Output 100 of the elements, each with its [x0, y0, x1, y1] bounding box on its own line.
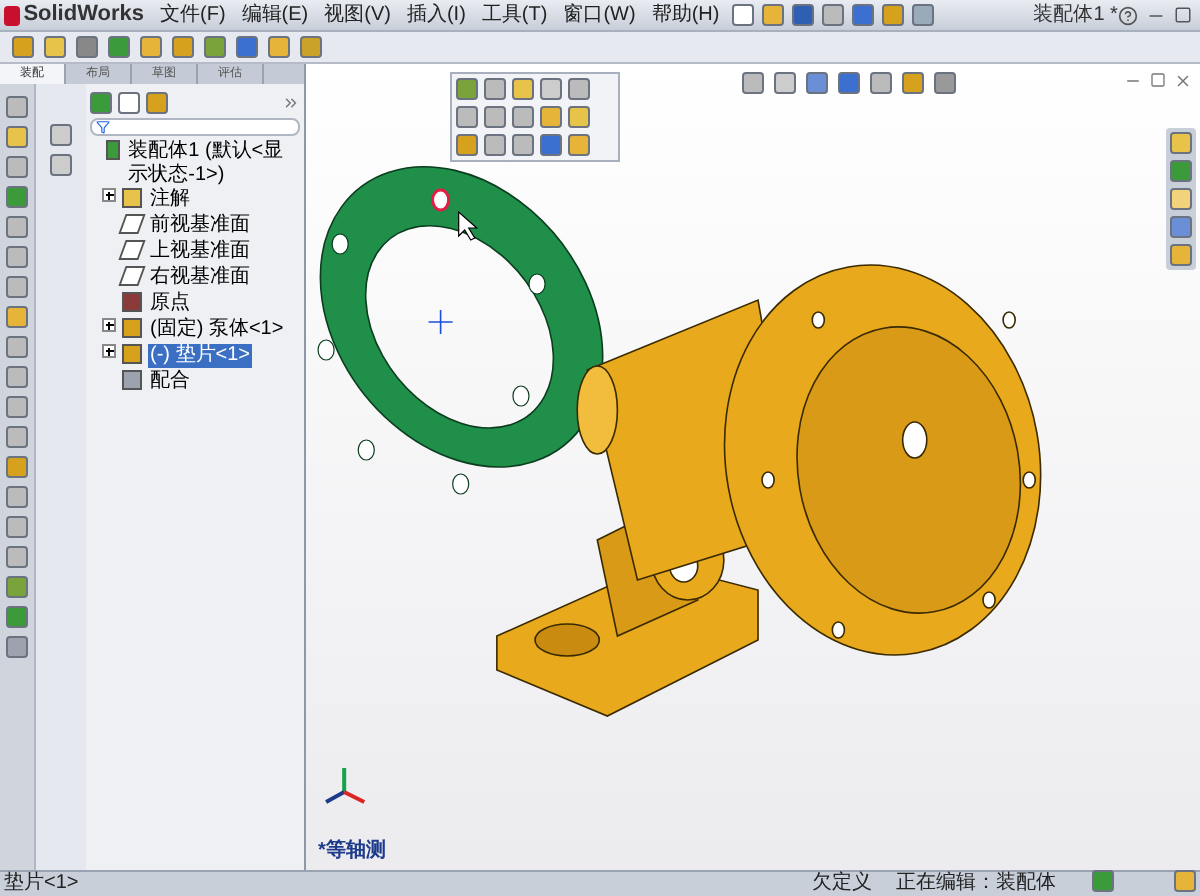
status-text: 正在编辑：装配体 — [896, 872, 1056, 896]
toolbar-icon[interactable] — [204, 36, 226, 58]
menu-item[interactable]: 插入(I) — [406, 0, 466, 30]
restore-icon[interactable] — [1173, 5, 1192, 23]
toolbar-icon[interactable] — [821, 4, 844, 26]
toolbar-icon[interactable] — [512, 134, 534, 156]
toolbar-icon[interactable] — [6, 276, 28, 298]
toolbar-icon[interactable] — [6, 576, 28, 598]
toolbar-icon[interactable] — [456, 134, 478, 156]
tree-item[interactable]: 配合 — [148, 370, 192, 394]
toolbar-icon[interactable] — [12, 36, 34, 58]
toolbar-icon[interactable] — [6, 426, 28, 448]
toolbar-icon[interactable] — [236, 36, 258, 58]
toolbar-icon[interactable] — [512, 78, 534, 100]
toolbar-icon[interactable] — [6, 516, 28, 538]
help-icon[interactable] — [1117, 5, 1138, 25]
toolbar-icon[interactable] — [456, 78, 478, 100]
toolbar-icon[interactable] — [881, 4, 904, 26]
tree-item[interactable]: 原点 — [148, 292, 192, 316]
toolbar-icon[interactable] — [934, 72, 956, 94]
toolbar-icon[interactable] — [108, 36, 130, 58]
toolbar-icon[interactable] — [268, 36, 290, 58]
toolbar-icon[interactable] — [6, 306, 28, 328]
app-logo: SolidWorks — [0, 0, 144, 32]
menu-item[interactable]: 编辑(E) — [241, 0, 309, 30]
toolbar-icon[interactable] — [870, 72, 892, 94]
toolbar-icon[interactable] — [568, 106, 590, 128]
toolbar-icon[interactable] — [540, 134, 562, 156]
tree-item[interactable]: (-) 垫片<1> — [148, 344, 253, 368]
toolbar-icon[interactable] — [761, 4, 784, 26]
view-orientation-label: *等轴测 — [318, 837, 386, 866]
toolbar-icon[interactable] — [838, 72, 860, 94]
toolbar-icon[interactable] — [6, 366, 28, 388]
toolbar-icon[interactable] — [484, 106, 506, 128]
toolbar-icon[interactable] — [540, 78, 562, 100]
toolbar-icon[interactable] — [6, 156, 28, 178]
tree-item[interactable]: 上视基准面 — [148, 240, 252, 264]
menu-item[interactable]: 窗口(W) — [563, 0, 636, 30]
expand-toggle-icon[interactable] — [102, 344, 116, 358]
toolbar-icon[interactable] — [6, 336, 28, 358]
toolbar-icon[interactable] — [140, 36, 162, 58]
toolbar-icon[interactable] — [851, 4, 874, 26]
toolbar-icon[interactable] — [774, 72, 796, 94]
toolbar-icon[interactable] — [6, 456, 28, 478]
toolbar-icon[interactable] — [902, 72, 924, 94]
tree-item[interactable]: (固定) 泵体<1> — [148, 318, 286, 342]
toolbar-icon[interactable] — [568, 134, 590, 156]
toolbar-icon[interactable] — [791, 4, 814, 26]
menu-item[interactable]: 工具(T) — [481, 0, 548, 30]
toolbar-icon[interactable] — [540, 106, 562, 128]
close-icon[interactable] — [1174, 72, 1192, 90]
toolbar-icon[interactable] — [172, 36, 194, 58]
axis-triad-icon — [325, 768, 366, 804]
toolbar-icon[interactable] — [6, 246, 28, 268]
toolbar-icon[interactable] — [6, 186, 28, 208]
toolbar-icon[interactable] — [300, 36, 322, 58]
toolbar-icon[interactable] — [44, 36, 66, 58]
toolbar-icon[interactable] — [6, 486, 28, 508]
toolbar-icon[interactable] — [1170, 244, 1192, 266]
window-title: 装配体1 * — [1033, 1, 1118, 30]
toolbar-icon[interactable] — [484, 78, 506, 100]
toolbar-icon[interactable] — [6, 396, 28, 418]
toolbar-icon[interactable] — [1170, 160, 1192, 182]
toolbar-icon[interactable] — [742, 72, 764, 94]
toolbar-icon[interactable] — [6, 546, 28, 568]
status-icon[interactable] — [1092, 870, 1114, 892]
tree-item[interactable]: 右视基准面 — [148, 266, 252, 290]
expand-toggle-icon[interactable] — [102, 188, 116, 202]
tree-item[interactable]: 前视基准面 — [148, 214, 252, 238]
toolbar-icon[interactable] — [6, 216, 28, 238]
toolbar-icon[interactable] — [911, 4, 934, 26]
toolbar-icon[interactable] — [731, 4, 754, 26]
menu-item[interactable]: 帮助(H) — [651, 0, 720, 30]
toolbar-icon[interactable] — [456, 106, 478, 128]
toolbar-icon[interactable] — [806, 72, 828, 94]
restore-icon[interactable] — [1150, 72, 1166, 88]
plane-icon — [118, 240, 146, 260]
toolbar-icon[interactable] — [512, 106, 534, 128]
toolbar-icon[interactable] — [50, 124, 72, 146]
logo-icon — [4, 5, 20, 25]
toolbar-icon[interactable] — [6, 96, 28, 118]
toolbar-icon[interactable] — [6, 606, 28, 628]
toolbar-icon[interactable] — [6, 126, 28, 148]
assembly-icon — [105, 140, 121, 160]
toolbar-icon[interactable] — [568, 78, 590, 100]
toolbar-icon[interactable] — [50, 154, 72, 176]
status-icon[interactable] — [1174, 870, 1196, 892]
menu-item[interactable]: 视图(V) — [324, 0, 391, 30]
filter-field[interactable] — [90, 118, 300, 136]
tree-item[interactable]: 装配体1 (默认<显示状态-1>) — [126, 140, 300, 188]
toolbar-icon[interactable] — [76, 36, 98, 58]
menu-item[interactable]: 文件(F) — [160, 0, 226, 30]
toolbar-icon[interactable] — [484, 134, 506, 156]
expand-toggle-icon[interactable] — [102, 318, 116, 332]
toolbar-icon[interactable] — [1170, 188, 1192, 210]
toolbar-icon[interactable] — [1170, 132, 1192, 154]
toolbar-icon[interactable] — [1170, 216, 1192, 238]
toolbar-icon[interactable] — [6, 636, 28, 658]
tree-item[interactable]: 注解 — [148, 188, 192, 212]
expand-panel-icon[interactable] — [282, 94, 300, 112]
